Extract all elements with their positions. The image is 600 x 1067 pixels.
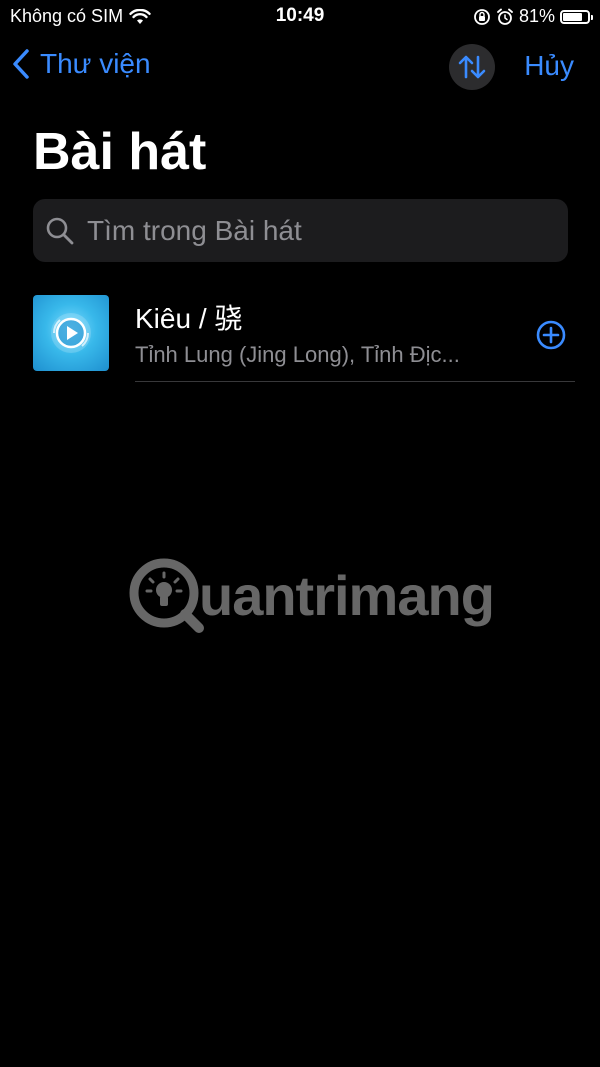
screen: Không có SIM 10:49 81% Thư viện Hủy Bài …	[0, 0, 600, 1067]
watermark: uantrimang	[127, 556, 495, 634]
back-button[interactable]: Thư viện	[12, 48, 151, 80]
cancel-button[interactable]: Hủy	[524, 50, 574, 82]
battery-icon	[560, 9, 593, 24]
page-title: Bài hát	[33, 123, 207, 181]
watermark-text: uantrimang	[199, 563, 495, 627]
chevron-left-icon	[13, 49, 29, 79]
battery-percent: 81%	[518, 6, 555, 26]
play-circle-artwork-icon	[51, 313, 91, 353]
back-label: Thư viện	[40, 48, 151, 79]
sort-arrows-icon	[458, 55, 486, 79]
song-title: Kiêu / 骁	[135, 303, 243, 334]
status-right: 81%	[473, 6, 593, 27]
quantrimang-logo-icon	[129, 558, 204, 633]
sort-button[interactable]	[449, 44, 495, 90]
song-row[interactable]: Kiêu / 骁 Tỉnh Lung (Jing Long), Tỉnh Địc…	[33, 295, 575, 382]
album-artwork	[33, 295, 109, 371]
status-bar: Không có SIM 10:49 81%	[0, 0, 600, 34]
nav-bar: Thư viện Hủy	[0, 42, 600, 92]
search-input[interactable]	[85, 213, 549, 248]
search-icon	[46, 217, 74, 244]
song-artist: Tỉnh Lung (Jing Long), Tỉnh Địc...	[135, 342, 460, 367]
row-divider	[135, 381, 575, 382]
search-bar[interactable]	[33, 199, 568, 262]
orientation-lock-icon	[474, 8, 490, 25]
add-circle-icon[interactable]	[535, 319, 567, 351]
alarm-icon	[497, 8, 513, 25]
battery-fill	[563, 12, 583, 21]
